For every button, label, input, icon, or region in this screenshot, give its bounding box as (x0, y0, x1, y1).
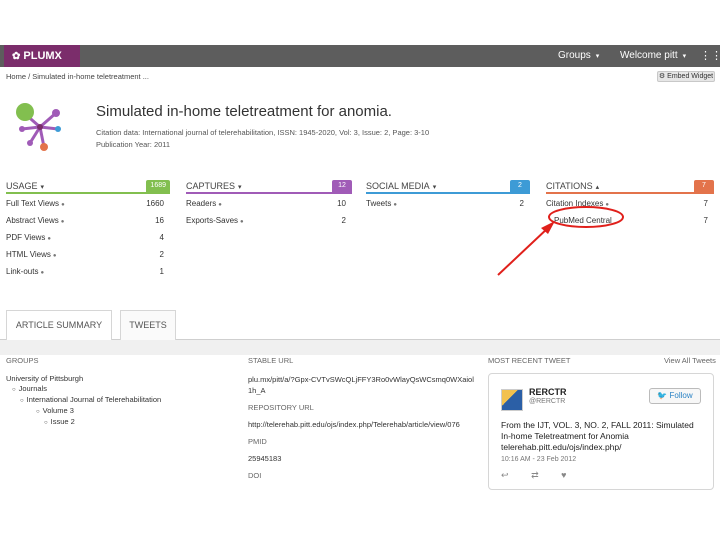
embed-widget-button[interactable]: ⚙ Embed Widget (657, 71, 715, 82)
twitter-bird-icon: 🐦 (657, 391, 668, 400)
captures-header[interactable]: CAPTURES ▾ 12 (186, 180, 352, 194)
usage-header[interactable]: USAGE ▾ 1689 (6, 180, 170, 194)
repository-url-link[interactable]: http://telerehab.pitt.edu/ojs/index.php/… (248, 419, 476, 430)
metric-row[interactable]: Readers ● 10 (186, 197, 352, 214)
avatar[interactable] (501, 389, 523, 411)
view-all-tweets-link[interactable]: View All Tweets (664, 356, 716, 365)
gear-icon: ⚙ (658, 73, 666, 80)
chevron-down-icon: ▾ (432, 184, 437, 191)
breadcrumb[interactable]: Home / Simulated in-home teletreatment .… (6, 72, 149, 81)
metric-row[interactable]: Tweets ● 2 (366, 197, 530, 214)
tree-item[interactable]: ○ Volume 3 (6, 406, 161, 417)
chevron-down-icon: ▾ (40, 184, 45, 191)
doi-label: DOI (248, 471, 262, 480)
tweet-author-handle[interactable]: @RERCTR (529, 398, 565, 405)
social-media-column: SOCIAL MEDIA ▾ 2 Tweets ● 2 (366, 180, 530, 214)
recent-tweet-heading: MOST RECENT TWEET (488, 356, 571, 365)
bullet-icon: ○ (20, 398, 24, 404)
chevron-down-icon: ▾ (238, 184, 242, 191)
metric-row[interactable]: Abstract Views ● 16 (6, 214, 170, 231)
plumprint-icon (16, 103, 61, 151)
captures-column: CAPTURES ▾ 12 Readers ● 10 Exports-Saves ● 2 (186, 180, 352, 231)
info-icon[interactable]: ● (61, 219, 65, 225)
article-title: Simulated in-home teletreatment for anom… (96, 103, 392, 120)
citation-data: Citation data: International journal of … (96, 128, 430, 137)
retweet-icon[interactable]: ⇄ (531, 470, 539, 480)
plumx-flower-icon: ✿ (12, 51, 21, 62)
section-divider (0, 340, 720, 355)
info-icon[interactable]: ● (61, 202, 65, 208)
metric-row[interactable]: PDF Views ● 4 (6, 231, 170, 248)
info-icon[interactable]: ● (605, 202, 609, 208)
tree-item[interactable]: University of Pittsburgh (6, 374, 161, 384)
tweet-author-name[interactable]: RERCTR (529, 387, 567, 397)
tab-article-summary[interactable]: ARTICLE SUMMARY (6, 310, 112, 341)
repository-url-label: REPOSITORY URL (248, 403, 314, 412)
plumx-page: ✿ PLUMX Groups ▾ Welcome pitt ▾ ⋮⋮ Home / S… (0, 45, 720, 493)
stable-url-heading: STABLE URL (248, 356, 294, 365)
chevron-up-icon: ▴ (595, 184, 600, 191)
tree-item[interactable]: ○ Journals (6, 384, 161, 395)
tree-item[interactable]: ○ International Journal of Telerehabilita… (6, 395, 161, 406)
pmid-label: PMID (248, 437, 267, 446)
tweet-text: From the IJT, VOL. 3, NO. 2, FALL 2011: … (501, 420, 694, 452)
captures-count-badge: 12 (332, 180, 352, 192)
social-media-header[interactable]: SOCIAL MEDIA ▾ 2 (366, 180, 530, 194)
stable-url-link[interactable]: plu.mx/pitt/a/?Gpx-CVTvSWcQLjFFY3Ro0vWla… (248, 374, 476, 396)
tab-bar: ARTICLE SUMMARY TWEETS (0, 310, 720, 341)
bullet-icon: ○ (36, 409, 40, 415)
like-icon[interactable]: ♥ (561, 470, 566, 480)
bullet-icon: ○ (12, 387, 16, 393)
info-icon[interactable]: ● (53, 253, 57, 259)
reply-icon[interactable]: ↩ (501, 470, 509, 480)
metric-row[interactable]: Full Text Views ● 1660 (6, 197, 170, 214)
info-icon[interactable]: ● (47, 236, 51, 242)
groups-menu[interactable]: Groups ▾ (558, 45, 599, 67)
citations-column: CITATIONS ▴ 7 Citation Indexes ● 7 PubMed C… (546, 180, 714, 231)
metric-row-pubmed[interactable]: PubMed Central 7 (546, 214, 714, 231)
groups-heading: GROUPS (6, 356, 39, 365)
annotation-arrow-line (497, 226, 550, 276)
info-icon[interactable]: ● (393, 202, 397, 208)
bullet-icon: ○ (44, 420, 48, 426)
plumx-logo[interactable]: ✿ PLUMX (4, 45, 80, 67)
follow-button[interactable]: 🐦 Follow (649, 388, 701, 404)
tweet-timestamp[interactable]: 10:16 AM - 23 Feb 2012 (501, 456, 576, 463)
chevron-down-icon: ▾ (595, 53, 600, 60)
publication-year: Publication Year: 2011 (96, 140, 171, 149)
groups-tree: University of Pittsburgh ○ Journals ○ Inte… (6, 374, 161, 428)
metric-row[interactable]: Link-outs ● 1 (6, 265, 170, 282)
apps-grid-icon[interactable]: ⋮⋮ (700, 45, 720, 67)
top-navbar: ✿ PLUMX Groups ▾ Welcome pitt ▾ ⋮⋮ (0, 45, 720, 67)
info-icon[interactable]: ● (240, 219, 244, 225)
usage-column: USAGE ▾ 1689 Full Text Views ● 1660 Abstrac… (6, 180, 170, 282)
metric-row[interactable]: HTML Views ● 2 (6, 248, 170, 265)
chevron-down-icon: ▾ (682, 53, 687, 60)
citations-header[interactable]: CITATIONS ▴ 7 (546, 180, 714, 194)
tree-item[interactable]: ○ Issue 2 (6, 417, 161, 428)
user-menu[interactable]: Welcome pitt ▾ (620, 45, 686, 67)
usage-count-badge: 1689 (146, 180, 170, 192)
info-icon[interactable]: ● (218, 202, 222, 208)
pmid-value[interactable]: 25945183 (248, 453, 476, 464)
tab-tweets[interactable]: TWEETS (120, 310, 176, 340)
citations-count-badge: 7 (694, 180, 714, 192)
metric-row[interactable]: Exports-Saves ● 2 (186, 214, 352, 231)
stable-url-section: plu.mx/pitt/a/?Gpx-CVTvSWcQLjFFY3Ro0vWla… (248, 374, 476, 481)
metric-row[interactable]: Citation Indexes ● 7 (546, 197, 714, 214)
info-icon[interactable]: ● (40, 270, 44, 276)
social-count-badge: 2 (510, 180, 530, 192)
tweet-card: RERCTR @RERCTR 🐦 Follow From the IJT, VO… (488, 373, 714, 490)
tweet-actions: ↩ ⇄ ♥ (501, 470, 586, 481)
